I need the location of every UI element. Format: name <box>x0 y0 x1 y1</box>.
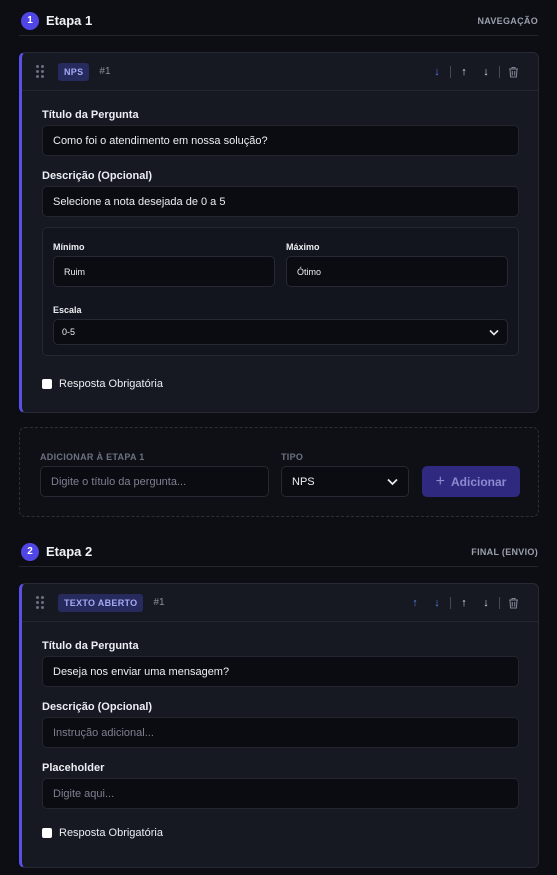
add-question-block: ADICIONAR À ETAPA 1 Digite o título da p… <box>19 427 539 517</box>
new-question-title-input[interactable]: Digite o título da pergunta... <box>40 466 269 497</box>
title-input[interactable]: Deseja nos enviar uma mensagem? <box>42 656 519 687</box>
question-type-badge: TEXTO ABERTO <box>58 593 144 612</box>
stage-1-number: 1 <box>21 11 39 30</box>
max-label: Máximo <box>286 242 320 252</box>
stage-2-header: 2 Etapa 2 FINAL (ENVIO) <box>19 537 538 567</box>
type-label: TIPO <box>281 452 304 462</box>
plus-icon: + <box>435 472 445 490</box>
move-to-previous-stage-icon[interactable]: ↑ <box>404 593 426 613</box>
survey-editor: 1 Etapa 1 NAVEGAÇÃO NPS #1 ↓ ↑ ↓ Título … <box>0 0 557 875</box>
stage-2-tag: FINAL (ENVIO) <box>471 546 538 557</box>
scale-label: Escala <box>53 305 82 315</box>
placeholder-label: Placeholder <box>42 762 105 774</box>
question-actions: ↓ ↑ ↓ <box>426 62 524 82</box>
move-down-icon[interactable]: ↓ <box>475 62 497 82</box>
add-question-button[interactable]: + Adicionar <box>422 466 520 497</box>
nps-scale-settings: Mínimo Ruim Máximo Ótimo Escala 0-5 <box>42 227 519 356</box>
move-down-icon[interactable]: ↓ <box>475 593 497 613</box>
question-card-2-toolbar: TEXTO ABERTO #1 ↑ ↓ ↑ ↓ <box>22 584 538 622</box>
placeholder-input[interactable]: Digite aqui... <box>42 778 519 809</box>
scale-value: 0-5 <box>62 327 76 337</box>
drag-handle-icon[interactable] <box>36 65 44 78</box>
required-toggle[interactable]: Resposta Obrigatória <box>42 827 518 839</box>
trash-icon[interactable] <box>502 62 524 82</box>
required-label: Resposta Obrigatória <box>59 378 163 390</box>
scale-select[interactable]: 0-5 <box>53 319 508 345</box>
required-checkbox[interactable] <box>42 379 52 389</box>
question-type-select[interactable]: NPS <box>281 466 409 497</box>
add-question-label: ADICIONAR À ETAPA 1 <box>40 452 145 462</box>
add-button-label: Adicionar <box>451 474 507 489</box>
trash-icon[interactable] <box>502 593 524 613</box>
stage-1-header: 1 Etapa 1 NAVEGAÇÃO <box>19 6 538 36</box>
min-column: Mínimo Ruim <box>53 242 275 287</box>
chevron-down-icon <box>387 478 398 485</box>
title-label: Título da Pergunta <box>42 109 139 121</box>
min-label: Mínimo <box>53 242 85 252</box>
description-input[interactable]: Selecione a nota desejada de 0 a 5 <box>42 186 519 217</box>
question-card-1: NPS #1 ↓ ↑ ↓ Título da Pergunta Como foi… <box>19 52 539 413</box>
divider <box>450 65 451 78</box>
divider <box>499 65 500 78</box>
required-checkbox[interactable] <box>42 828 52 838</box>
description-label: Descrição (Opcional) <box>42 701 153 713</box>
chevron-down-icon <box>489 329 499 336</box>
title-label: Título da Pergunta <box>42 640 139 652</box>
question-card-2: TEXTO ABERTO #1 ↑ ↓ ↑ ↓ Título da Pergun… <box>19 583 539 868</box>
question-type-value: NPS <box>292 475 315 488</box>
drag-handle-icon[interactable] <box>36 596 44 609</box>
max-input[interactable]: Ótimo <box>286 256 508 287</box>
description-label: Descrição (Opcional) <box>42 170 153 182</box>
max-column: Máximo Ótimo <box>286 242 508 287</box>
required-toggle[interactable]: Resposta Obrigatória <box>42 378 518 390</box>
min-max-row: Mínimo Ruim Máximo Ótimo <box>53 242 508 287</box>
question-card-2-body: Título da Pergunta Deseja nos enviar uma… <box>22 622 538 839</box>
move-up-icon[interactable]: ↑ <box>453 593 475 613</box>
min-input[interactable]: Ruim <box>53 256 275 287</box>
question-number: #1 <box>153 597 165 608</box>
divider <box>450 596 451 609</box>
move-to-next-stage-icon[interactable]: ↓ <box>426 62 448 82</box>
stage-2-title: Etapa 2 <box>46 544 93 559</box>
question-card-1-body: Título da Pergunta Como foi o atendiment… <box>22 91 538 390</box>
question-type-badge: NPS <box>58 62 90 81</box>
move-to-next-stage-icon[interactable]: ↓ <box>426 593 448 613</box>
move-up-icon[interactable]: ↑ <box>453 62 475 82</box>
question-number: #1 <box>99 66 111 77</box>
question-card-1-toolbar: NPS #1 ↓ ↑ ↓ <box>22 53 538 91</box>
stage-2-number: 2 <box>21 542 39 561</box>
divider <box>499 596 500 609</box>
title-input[interactable]: Como foi o atendimento em nossa solução? <box>42 125 519 156</box>
description-input[interactable]: Instrução adicional... <box>42 717 519 748</box>
stage-1-title: Etapa 1 <box>46 13 93 28</box>
question-actions: ↑ ↓ ↑ ↓ <box>404 593 524 613</box>
stage-1-tag: NAVEGAÇÃO <box>477 15 538 26</box>
required-label: Resposta Obrigatória <box>59 827 163 839</box>
